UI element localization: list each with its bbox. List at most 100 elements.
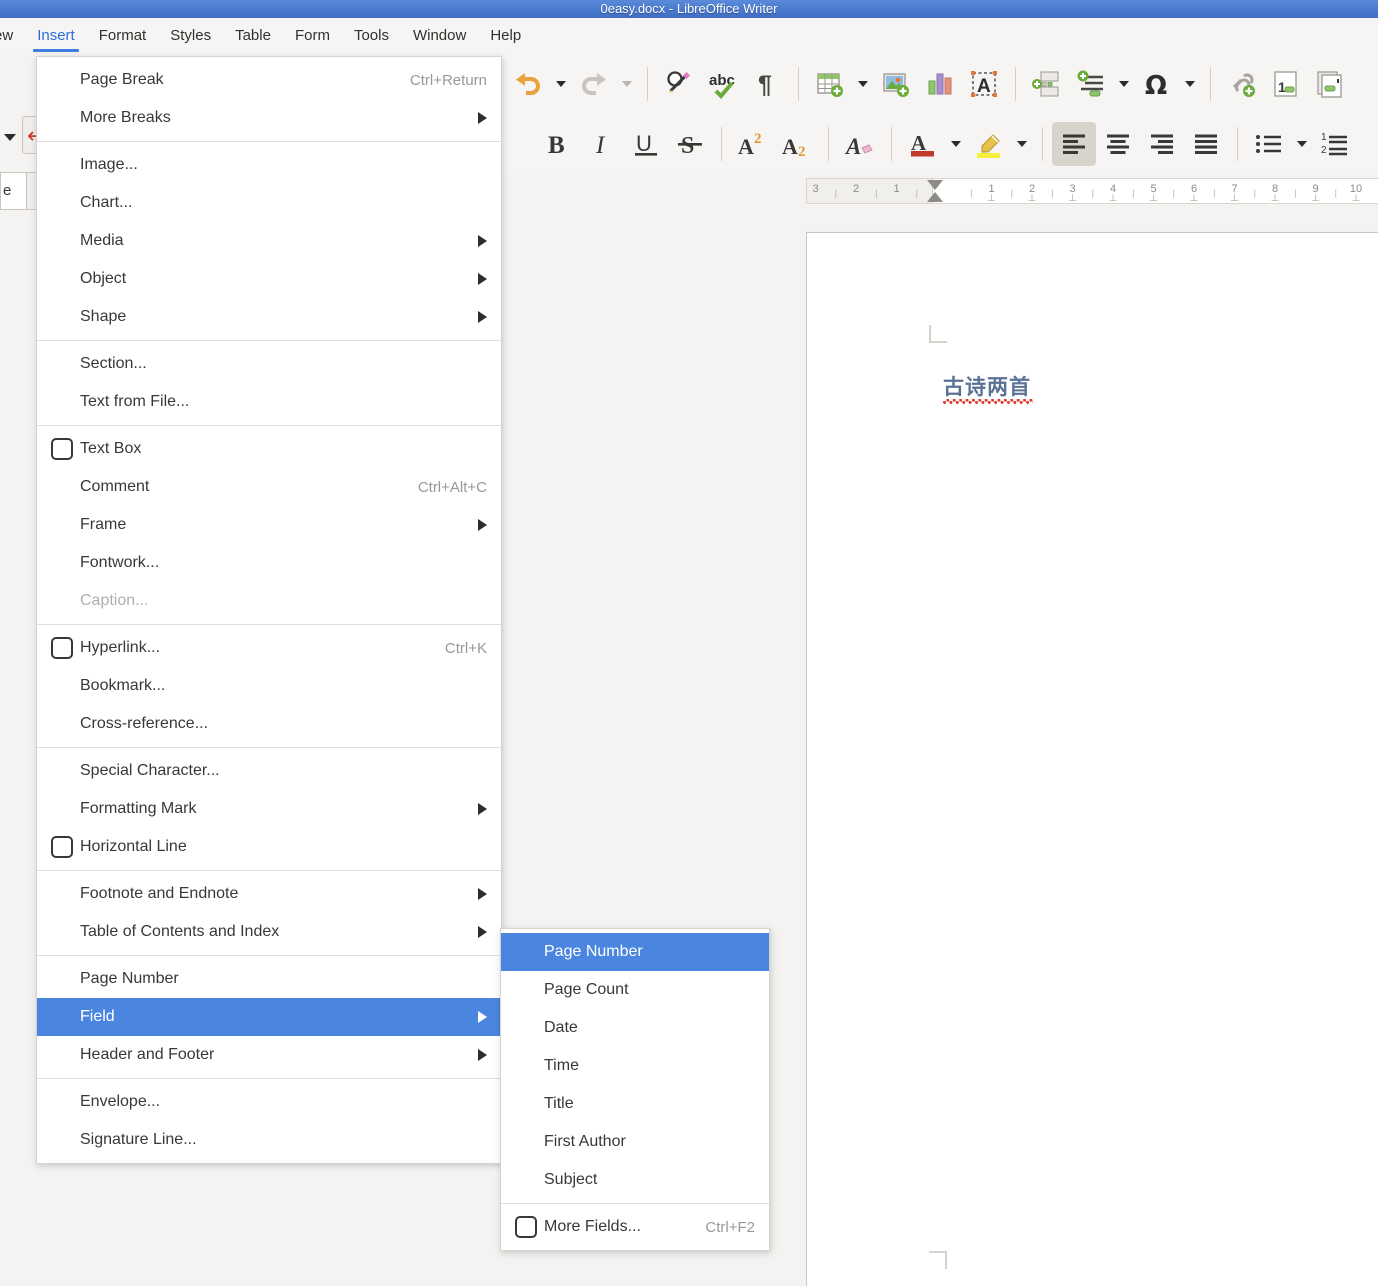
menu-item-page-number[interactable]: Page Number <box>501 933 769 971</box>
menu-item-envelope[interactable]: Envelope... <box>37 1083 501 1121</box>
insert-table-dropdown-button[interactable] <box>852 62 874 106</box>
menu-item-more-fields[interactable]: More Fields... Ctrl+F2 <box>501 1208 769 1246</box>
undo-dropdown-button[interactable] <box>550 62 572 106</box>
menu-item-header-and-footer[interactable]: Header and Footer <box>37 1036 501 1074</box>
unordered-list-dropdown-button[interactable] <box>1291 122 1313 166</box>
bold-button[interactable]: B <box>536 122 580 166</box>
insert-footnote-button[interactable]: 1 <box>1264 62 1308 106</box>
align-right-button[interactable] <box>1140 122 1184 166</box>
ruler-tab-stop[interactable]: ⊥ <box>1230 193 1239 203</box>
justify-button[interactable] <box>1184 122 1228 166</box>
checkbox-icon[interactable] <box>51 637 73 659</box>
redo-button[interactable] <box>572 62 616 106</box>
checkbox-icon[interactable] <box>51 836 73 858</box>
menubar-item-format[interactable]: Format <box>87 18 159 54</box>
menubar-item-ew[interactable]: ew <box>0 18 25 54</box>
menu-item-section[interactable]: Section... <box>37 345 501 383</box>
document-canvas[interactable]: 古诗两首 <box>806 204 1378 1286</box>
menu-item-hyperlink[interactable]: Hyperlink... Ctrl+K <box>37 629 501 667</box>
insert-endnote-button[interactable] <box>1308 62 1352 106</box>
special-character-dropdown-button[interactable] <box>1179 62 1201 106</box>
menubar-item-table[interactable]: Table <box>223 18 283 54</box>
menu-item-text-box[interactable]: Text Box <box>37 430 501 468</box>
document-page[interactable]: 古诗两首 <box>806 232 1378 1286</box>
insert-table-button[interactable] <box>808 62 852 106</box>
menu-item-text-from-file[interactable]: Text from File... <box>37 383 501 421</box>
spelling-button[interactable]: abc <box>701 62 745 106</box>
horizontal-ruler[interactable]: 3 | 2 | 1 | 1 | ⊥ 2 | ⊥ 3 | ⊥ 4 | ⊥ 5 | ⊥ 6 | ⊥ 7 | ⊥ 8 | ⊥ 9 | ⊥ 10 | ⊥ <box>806 178 1378 204</box>
insert-menu[interactable]: Page Break Ctrl+Return More Breaks Image...… <box>36 56 502 1164</box>
menu-item-title[interactable]: Title <box>501 1085 769 1123</box>
ruler-tab-stop[interactable]: ⊥ <box>1109 193 1118 203</box>
menubar-item-window[interactable]: Window <box>401 18 478 54</box>
superscript-button[interactable]: A 2 <box>731 122 775 166</box>
align-center-button[interactable] <box>1096 122 1140 166</box>
underline-button[interactable]: U <box>624 122 668 166</box>
menu-item-table-of-contents-and-index[interactable]: Table of Contents and Index <box>37 913 501 951</box>
menu-item-special-character[interactable]: Special Character... <box>37 752 501 790</box>
clear-formatting-button[interactable]: A <box>838 122 882 166</box>
menu-item-page-break[interactable]: Page Break Ctrl+Return <box>37 61 501 99</box>
special-character-button[interactable]: Ω <box>1135 62 1179 106</box>
menu-item-first-author[interactable]: First Author <box>501 1123 769 1161</box>
checkbox-icon[interactable] <box>51 438 73 460</box>
menu-item-caption[interactable]: Caption... <box>37 582 501 620</box>
ruler-tab-stop[interactable]: ⊥ <box>1271 193 1280 203</box>
menu-item-date[interactable]: Date <box>501 1009 769 1047</box>
ruler-tab-stop[interactable]: ⊥ <box>1311 193 1320 203</box>
insert-field-dropdown-button[interactable] <box>1113 62 1135 106</box>
menu-item-frame[interactable]: Frame <box>37 506 501 544</box>
left-indent-marker[interactable] <box>927 192 943 202</box>
checkbox-icon[interactable] <box>515 1216 537 1238</box>
chevron-down-icon[interactable] <box>4 134 16 141</box>
italic-button[interactable]: I <box>580 122 624 166</box>
find-and-replace-button[interactable] <box>657 62 701 106</box>
menu-item-cross-reference[interactable]: Cross-reference... <box>37 705 501 743</box>
ruler-tab-stop[interactable]: ⊥ <box>1028 193 1037 203</box>
menubar-item-insert[interactable]: Insert <box>25 18 87 54</box>
ruler-tab-stop[interactable]: ⊥ <box>1190 193 1199 203</box>
ordered-list-button[interactable]: 1 2 <box>1313 122 1357 166</box>
menu-item-formatting-mark[interactable]: Formatting Mark <box>37 790 501 828</box>
first-line-indent-marker[interactable] <box>927 180 943 190</box>
indent-markers[interactable] <box>927 180 943 202</box>
ruler-tab-stop[interactable]: ⊥ <box>1149 193 1158 203</box>
font-color-button[interactable]: A <box>901 122 945 166</box>
menu-item-more-breaks[interactable]: More Breaks <box>37 99 501 137</box>
insert-chart-button[interactable] <box>918 62 962 106</box>
insert-page-break-button[interactable] <box>1025 62 1069 106</box>
menu-item-chart[interactable]: Chart... <box>37 184 501 222</box>
menu-item-fontwork[interactable]: Fontwork... <box>37 544 501 582</box>
menu-item-media[interactable]: Media <box>37 222 501 260</box>
unordered-list-button[interactable] <box>1247 122 1291 166</box>
menubar-item-styles[interactable]: Styles <box>158 18 223 54</box>
font-color-dropdown-button[interactable] <box>945 122 967 166</box>
menu-item-bookmark[interactable]: Bookmark... <box>37 667 501 705</box>
menu-item-footnote-and-endnote[interactable]: Footnote and Endnote <box>37 875 501 913</box>
menu-item-page-number[interactable]: Page Number <box>37 960 501 998</box>
ruler-tab-stop[interactable]: ⊥ <box>1352 193 1361 203</box>
menu-item-horizontal-line[interactable]: Horizontal Line <box>37 828 501 866</box>
menu-item-shape[interactable]: Shape <box>37 298 501 336</box>
insert-hyperlink-button[interactable] <box>1220 62 1264 106</box>
formatting-marks-button[interactable]: ¶ <box>745 62 789 106</box>
highlight-color-dropdown-button[interactable] <box>1011 122 1033 166</box>
insert-image-button[interactable] <box>874 62 918 106</box>
menu-item-object[interactable]: Object <box>37 260 501 298</box>
menu-item-comment[interactable]: Comment Ctrl+Alt+C <box>37 468 501 506</box>
field-submenu[interactable]: Page Number Page Count Date Time Title First … <box>500 928 770 1251</box>
highlight-color-button[interactable] <box>967 122 1011 166</box>
ruler-tab-stop[interactable]: ⊥ <box>987 193 996 203</box>
document-heading[interactable]: 古诗两首 <box>943 371 1031 401</box>
menubar-item-tools[interactable]: Tools <box>342 18 401 54</box>
subscript-button[interactable]: A 2 <box>775 122 819 166</box>
menu-item-time[interactable]: Time <box>501 1047 769 1085</box>
menubar-item-form[interactable]: Form <box>283 18 342 54</box>
menu-item-field[interactable]: Field <box>37 998 501 1036</box>
ruler-tab-stop[interactable]: ⊥ <box>1068 193 1077 203</box>
menu-item-subject[interactable]: Subject <box>501 1161 769 1199</box>
redo-dropdown-button[interactable] <box>616 62 638 106</box>
undo-button[interactable] <box>506 62 550 106</box>
align-left-button[interactable] <box>1052 122 1096 166</box>
strikethrough-button[interactable]: S <box>668 122 712 166</box>
